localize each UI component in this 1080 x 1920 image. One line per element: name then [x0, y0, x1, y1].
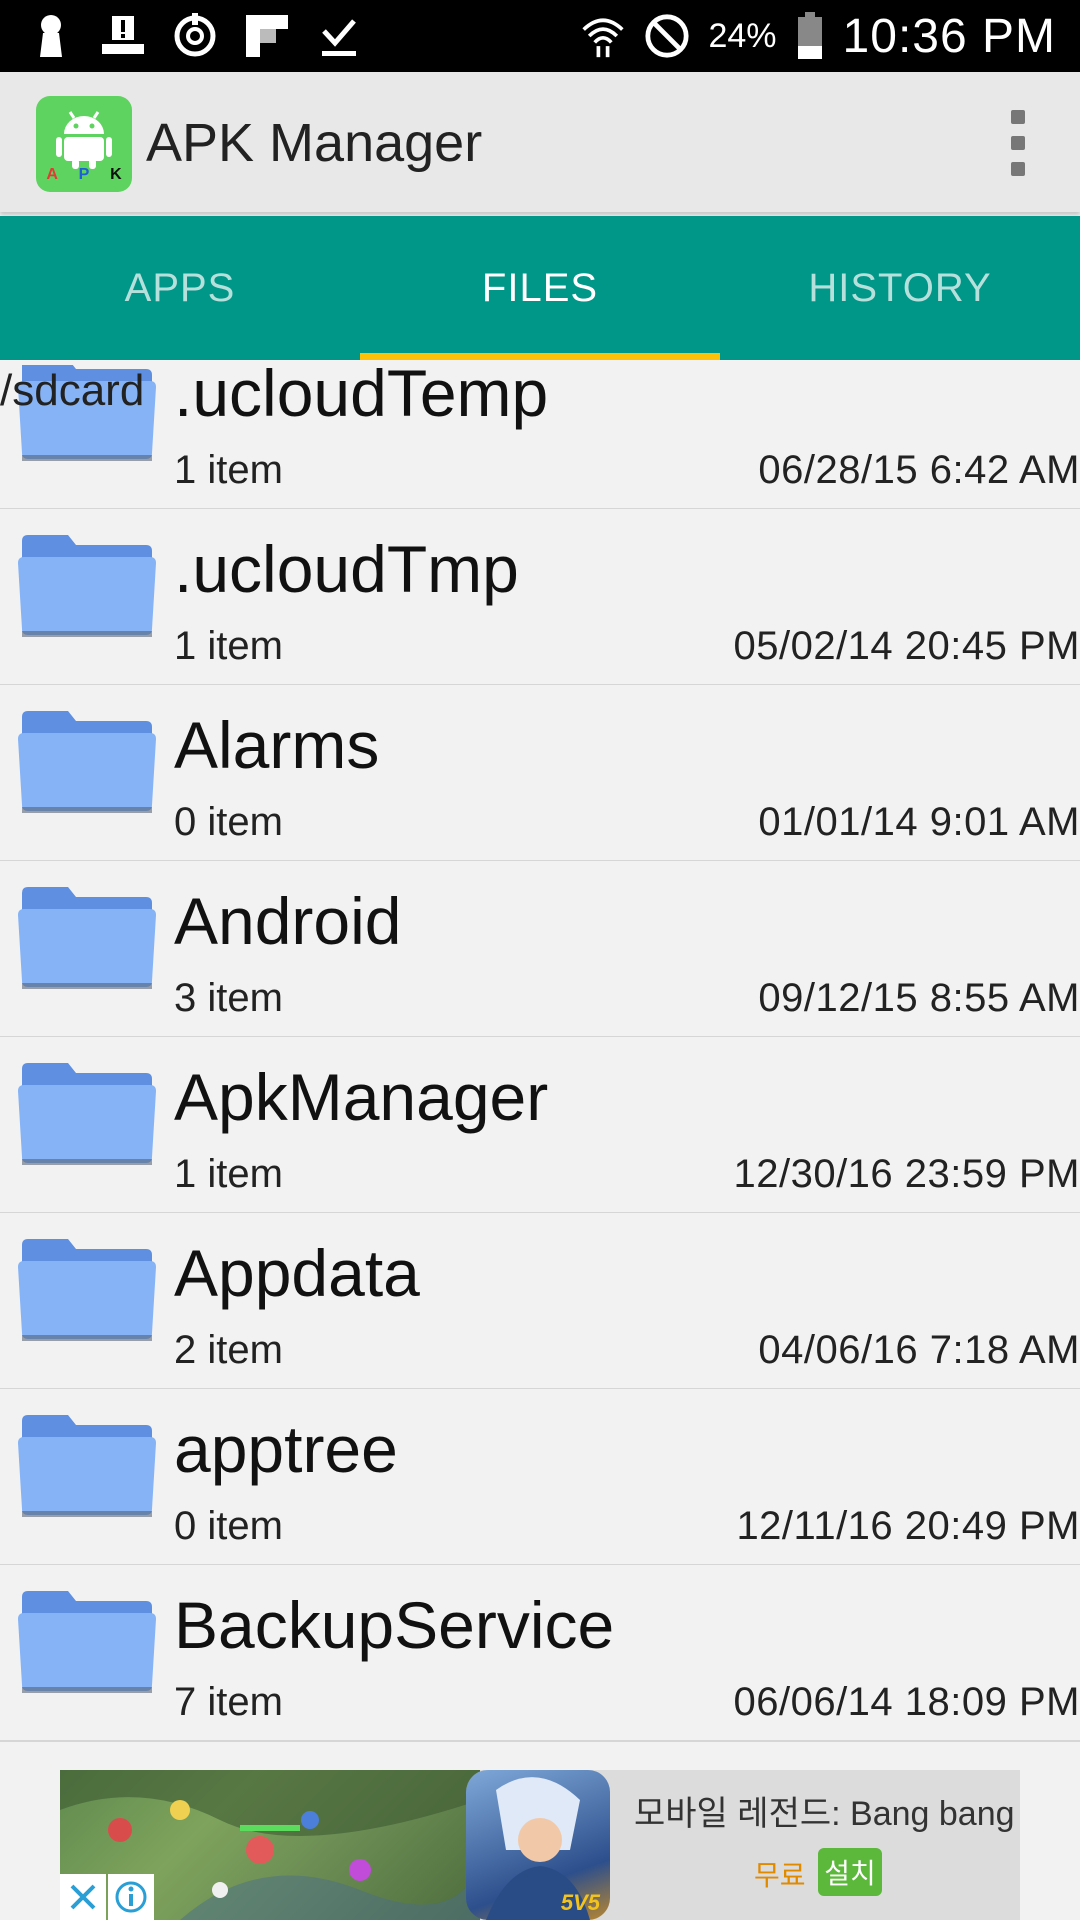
tab-bar: APPS FILES HISTORY — [0, 216, 1080, 360]
ad-close-button[interactable] — [60, 1874, 106, 1920]
file-name: Appdata — [174, 1236, 420, 1310]
ad-game-icon: 5V5 — [466, 1770, 610, 1920]
file-list[interactable]: .ucloudTemp 1 item 06/28/15 6:42 AM .ucl… — [0, 365, 1080, 1770]
file-row[interactable]: Alarms 0 item 01/01/14 9:01 AM — [0, 685, 1080, 862]
ad-price: 무료 — [754, 1860, 806, 1891]
folder-icon — [18, 711, 156, 813]
overflow-menu-button[interactable] — [996, 110, 1040, 176]
file-date: 12/11/16 20:49 PM — [736, 1504, 1080, 1548]
file-date: 05/02/14 20:45 PM — [733, 624, 1080, 668]
file-item-count: 1 item — [174, 1152, 283, 1196]
logo-letters: A P K — [36, 166, 132, 184]
logo-letter-p: P — [78, 166, 90, 183]
ad-banner[interactable]: 5V5 모바일 레전드: Bang bang 무료 설치 — [60, 1770, 1020, 1920]
file-row[interactable]: .ucloudTmp 1 item 05/02/14 20:45 PM — [0, 509, 1080, 686]
tab-files[interactable]: FILES — [360, 216, 720, 360]
alert-tray-icon — [100, 13, 146, 59]
file-item-count: 2 item — [174, 1328, 283, 1372]
file-item-count: 0 item — [174, 1504, 283, 1548]
file-name: ApkManager — [174, 1060, 549, 1134]
sync-circle-icon — [172, 13, 218, 59]
file-item-count: 3 item — [174, 976, 283, 1020]
file-item-count: 7 item — [174, 1680, 283, 1724]
file-row[interactable]: Appdata 2 item 04/06/16 7:18 AM — [0, 1213, 1080, 1390]
file-date: 04/06/16 7:18 AM — [758, 1328, 1080, 1372]
file-name: apptree — [174, 1412, 398, 1486]
file-name: Alarms — [174, 708, 380, 782]
tab-history[interactable]: HISTORY — [720, 216, 1080, 360]
current-path: /sdcard — [0, 366, 145, 415]
logo-letter-a: A — [46, 166, 58, 183]
file-row[interactable]: .ucloudTemp 1 item 06/28/15 6:42 AM — [0, 365, 1080, 510]
ad-hero-badge: 5V5 — [560, 1890, 600, 1915]
keyhole-icon — [28, 13, 74, 59]
file-row[interactable]: ApkManager 1 item 12/30/16 23:59 PM — [0, 1037, 1080, 1214]
logo-letter-k: K — [110, 166, 122, 183]
ad-title: 모바일 레전드: Bang bang — [634, 1795, 1015, 1833]
file-row[interactable]: apptree 0 item 12/11/16 20:49 PM — [0, 1389, 1080, 1566]
battery-percent: 24% — [708, 16, 777, 55]
app-bar: A P K APK Manager — [0, 72, 1080, 212]
status-left-icons — [28, 8, 362, 64]
info-icon — [115, 1881, 147, 1913]
status-right-icons: 24% 10:36 PM — [580, 6, 1056, 66]
folder-icon — [18, 1415, 156, 1517]
no-disturb-icon — [644, 13, 690, 59]
status-clock: 10:36 PM — [842, 9, 1056, 63]
close-icon — [70, 1884, 96, 1910]
folder-icon — [18, 1591, 156, 1693]
file-row[interactable]: Android 3 item 09/12/15 8:55 AM — [0, 861, 1080, 1038]
file-row[interactable]: BackupService 7 item 06/06/14 18:09 PM — [0, 1565, 1080, 1742]
app-title: APK Manager — [146, 113, 483, 173]
battery-icon — [795, 12, 825, 59]
file-item-count: 0 item — [174, 800, 283, 844]
folder-icon — [18, 1063, 156, 1165]
file-name: .ucloudTmp — [174, 532, 519, 606]
file-date: 01/01/14 9:01 AM — [758, 800, 1080, 844]
ad-info-button[interactable] — [108, 1874, 154, 1920]
app-logo: A P K — [36, 96, 132, 192]
ad-install-button[interactable]: 설치 — [818, 1848, 882, 1896]
overflow-menu-icon — [1011, 110, 1025, 124]
download-done-icon — [316, 13, 362, 59]
file-date: 12/30/16 23:59 PM — [733, 1152, 1080, 1196]
wifi-icon — [580, 13, 626, 59]
file-name: Android — [174, 884, 402, 958]
file-date: 06/06/14 18:09 PM — [733, 1680, 1080, 1724]
folder-icon — [18, 887, 156, 989]
status-bar: 24% 10:36 PM — [0, 0, 1080, 72]
tab-apps[interactable]: APPS — [0, 216, 360, 360]
file-name: BackupService — [174, 1588, 615, 1662]
file-date: 09/12/15 8:55 AM — [758, 976, 1080, 1020]
file-item-count: 1 item — [174, 448, 283, 492]
folder-icon — [18, 1239, 156, 1341]
file-date: 06/28/15 6:42 AM — [758, 448, 1080, 492]
file-name: .ucloudTemp — [174, 365, 549, 430]
file-item-count: 1 item — [174, 624, 283, 668]
folder-icon — [18, 535, 156, 637]
flipboard-icon — [244, 13, 290, 59]
